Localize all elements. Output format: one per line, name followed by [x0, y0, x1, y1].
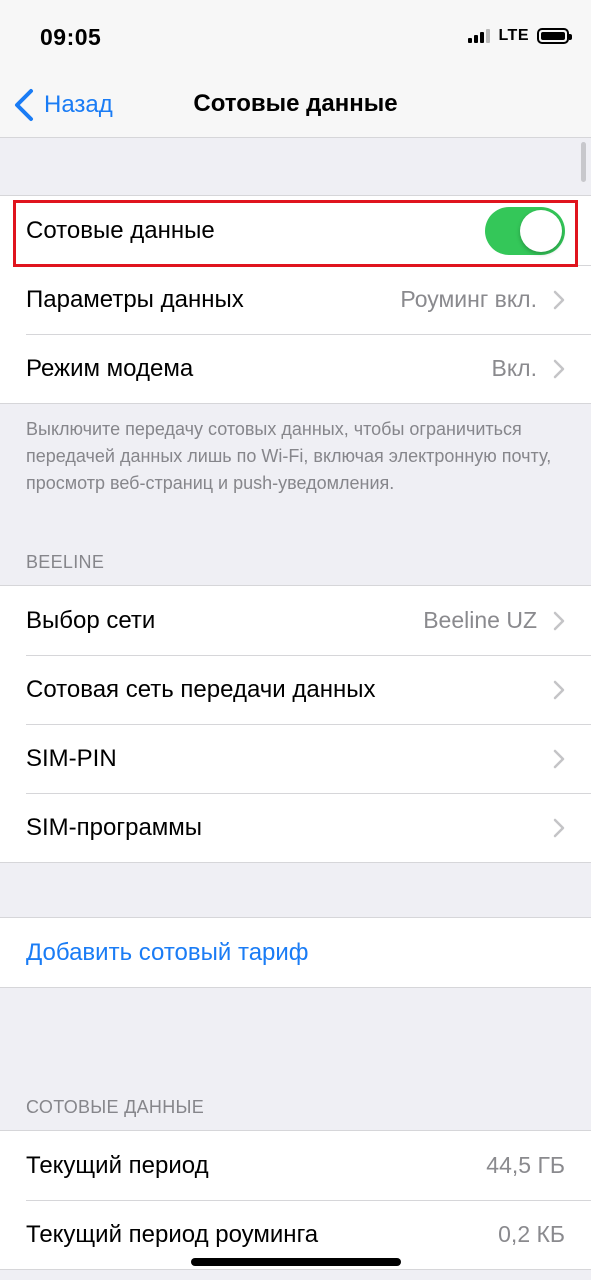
data-options-value: Роуминг вкл. [400, 286, 537, 312]
cellular-data-label: Сотовые данные [26, 216, 215, 244]
chevron-right-icon [553, 611, 565, 630]
cellular-data-footnote: Выключите передачу сотовых данных, чтобы… [26, 419, 552, 493]
usage-group: Текущий период 44,5 ГБ Текущий период ро… [0, 1130, 591, 1270]
usage-section-header: СОТОВЫЕ ДАННЫЕ [26, 1097, 205, 1117]
hotspot-value: Вкл. [491, 355, 537, 381]
chevron-right-icon [553, 290, 565, 309]
network-selection-row[interactable]: Выбор сети Beeline UZ [0, 586, 591, 655]
add-cellular-plan-link[interactable]: Добавить сотовый тариф [26, 939, 309, 967]
chevron-right-icon [553, 680, 565, 699]
roaming-period-label: Текущий период роуминга [26, 1220, 319, 1248]
hotspot-row[interactable]: Режим модема Вкл. [0, 334, 591, 403]
add-plan-group: Добавить сотовый тариф [0, 917, 591, 988]
scroll-indicator[interactable] [581, 142, 586, 182]
current-period-label: Текущий период [26, 1151, 209, 1179]
chevron-right-icon [553, 749, 565, 768]
page-title: Сотовые данные [193, 90, 398, 117]
toggle-knob [520, 209, 562, 252]
chevron-right-icon [553, 359, 565, 378]
signal-strength-icon [468, 29, 491, 43]
add-cellular-plan-row[interactable]: Добавить сотовый тариф [0, 918, 591, 987]
cellular-data-row: Сотовые данные [0, 196, 591, 265]
carrier-group: Выбор сети Beeline UZ Сотовая сеть перед… [0, 585, 591, 863]
current-period-value: 44,5 ГБ [486, 1152, 565, 1178]
sim-applications-row[interactable]: SIM-программы [0, 793, 591, 862]
data-options-row[interactable]: Параметры данных Роуминг вкл. [0, 265, 591, 334]
status-time: 09:05 [40, 24, 102, 50]
current-period-row: Текущий период 44,5 ГБ [0, 1131, 591, 1200]
cellular-settings-group: Сотовые данные Параметры данных Роуминг … [0, 195, 591, 404]
hotspot-label: Режим модема [26, 354, 194, 382]
network-type: LTE [498, 27, 529, 44]
data-options-label: Параметры данных [26, 285, 244, 313]
roaming-period-value: 0,2 КБ [498, 1221, 565, 1247]
cellular-data-toggle[interactable] [485, 206, 565, 255]
network-selection-label: Выбор сети [26, 606, 156, 634]
sim-applications-label: SIM-программы [26, 813, 203, 841]
battery-icon [537, 28, 572, 44]
chevron-right-icon [553, 818, 565, 837]
home-indicator[interactable] [191, 1258, 401, 1266]
sim-pin-label: SIM-PIN [26, 744, 117, 772]
status-icons: LTE [468, 27, 572, 45]
navigation-bar: Назад Сотовые данные [0, 70, 591, 138]
cellular-data-network-row[interactable]: Сотовая сеть передачи данных [0, 655, 591, 724]
carrier-section-header: BEELINE [26, 552, 105, 572]
sim-pin-row[interactable]: SIM-PIN [0, 724, 591, 793]
network-selection-value: Beeline UZ [423, 607, 537, 633]
cellular-data-network-label: Сотовая сеть передачи данных [26, 675, 376, 703]
status-bar: 09:05 LTE [0, 0, 591, 70]
